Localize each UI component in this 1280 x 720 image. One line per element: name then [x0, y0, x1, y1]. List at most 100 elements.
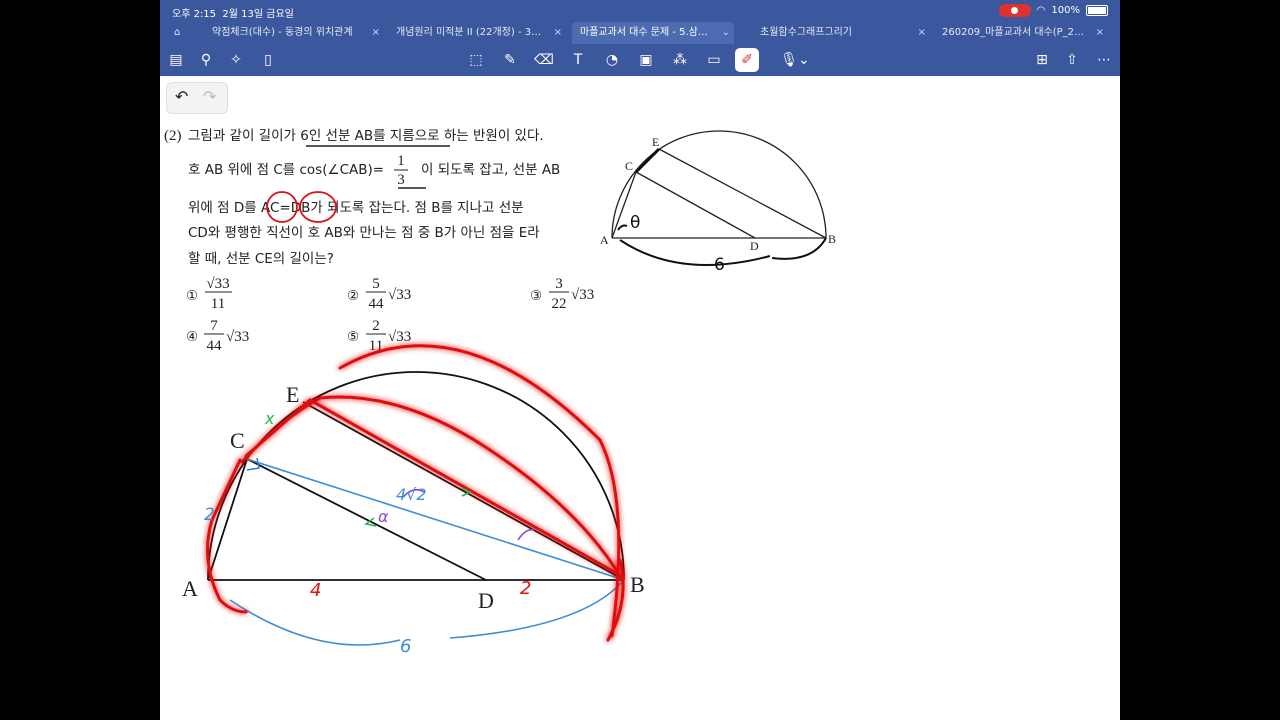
note-canvas[interactable]: (2) 그림과 같이 길이가 6인 선분 AB를 지름으로 하는 반원이 있다.… — [160, 76, 1120, 720]
status-time-date: 오후 2:15 2월 13일 금요일 — [172, 9, 294, 20]
wifi-icon: ◠ — [1036, 5, 1046, 16]
choice-4[interactable]: ④ 7 44 √33 — [186, 318, 249, 354]
tab-3-active[interactable]: 마플교과서 대수 문제 - 5.삼… ⌄ — [572, 22, 734, 44]
recording-icon[interactable] — [998, 4, 1031, 17]
document-icon[interactable]: ▯ — [258, 50, 278, 70]
note-ad-4: 4 — [310, 580, 321, 601]
choice-5[interactable]: ⑤ 2 11 √33 — [347, 318, 411, 354]
problem-line2a: 호 AB 위에 점 C를 cos(∠CAB)= — [188, 162, 384, 178]
image-icon[interactable]: ▣ — [636, 50, 656, 70]
note-db-2: 2 — [520, 578, 531, 599]
big-segment-eb — [302, 401, 625, 581]
blue-annotations — [229, 458, 625, 646]
frac-denominator: 3 — [397, 172, 405, 188]
problem-number: (2) — [164, 128, 182, 144]
lasso-icon[interactable]: ⬚ — [466, 50, 486, 70]
big-label-c: C — [230, 428, 245, 453]
elements-icon[interactable]: ⁂ — [670, 50, 690, 70]
add-page-icon[interactable]: ⊞ — [1032, 50, 1052, 70]
svg-text:③: ③ — [530, 288, 542, 304]
small-angle-mark — [617, 224, 628, 231]
more-icon[interactable]: ⋯ — [1094, 50, 1114, 70]
problem-line3b: 가 되도록 잡는다. 점 B를 지나고 선분 — [310, 200, 523, 216]
tab-2[interactable]: 개념원리 미적분 II (22개정) - 3… × — [388, 22, 566, 44]
small-label-b: B — [828, 232, 836, 246]
small-label-e: E — [652, 135, 659, 149]
svg-text:7: 7 — [210, 318, 218, 334]
tab-label: 초월함수그래프그리기 — [760, 27, 852, 38]
note-ab-6: 6 — [400, 636, 411, 657]
svg-text:⑤: ⑤ — [347, 329, 359, 345]
small-segment-eb — [658, 148, 827, 239]
small-label-theta: θ — [630, 213, 640, 233]
pen-icon[interactable]: ✎ — [500, 50, 520, 70]
status-right: ◠ 100% — [998, 4, 1108, 17]
sticker-icon[interactable]: ▭ — [704, 50, 724, 70]
choice-3[interactable]: ③ 3 22 √33 — [530, 276, 594, 312]
tab-label: 약점체크(대수) - 동경의 위치관계 — [212, 27, 353, 38]
textbox-icon[interactable]: T — [568, 50, 588, 70]
sidebar-icon[interactable]: ▤ — [166, 50, 186, 70]
ai-sparkle-icon[interactable]: ✧ — [226, 50, 246, 70]
problem-text: (2) 그림과 같이 길이가 6인 선분 AB를 지름으로 하는 반원이 있다.… — [164, 128, 560, 267]
small-semicircle-arc — [611, 130, 827, 239]
big-label-d: D — [478, 588, 494, 613]
problem-line3a: 위에 점 D를 — [188, 200, 261, 216]
svg-text:√33: √33 — [226, 329, 249, 345]
small-segment-cd — [635, 171, 756, 239]
tab-5[interactable]: 260209_마플교과서 대수(P_2… × — [934, 22, 1108, 44]
search-icon[interactable]: ⚲ — [196, 50, 216, 70]
problem-line1a: 그림과 같이 길이가 — [188, 128, 300, 144]
chevron-down-icon[interactable]: ⌄ — [722, 22, 730, 44]
svg-text:2: 2 — [372, 318, 380, 334]
problem-line4: CD와 평행한 직선이 호 AB와 만나는 점 중 B가 아닌 점을 E라 — [188, 225, 540, 241]
eraser-icon[interactable]: ⌫ — [534, 50, 554, 70]
problem-line1b: 6인 선분 AB를 지름 — [300, 128, 414, 144]
big-label-a: A — [182, 576, 198, 601]
small-label-a: A — [600, 233, 609, 247]
close-icon[interactable]: × — [372, 22, 380, 44]
small-segment-ce-bold — [634, 147, 661, 174]
frac-numerator: 1 — [397, 153, 405, 169]
screen: 오후 2:15 2월 13일 금요일 ◠ 100% ⌂ 약점체크(대수) - 동… — [160, 0, 1120, 720]
big-label-b: B — [630, 572, 645, 597]
toolbar: ▤ ⚲ ✧ ▯ ⬚ ✎ ⌫ T ◔ ▣ ⁂ ▭ ✐ 🎙︎⌄ ⊞ ⇧ ⋯ — [160, 44, 1120, 76]
microphone-icon[interactable]: 🎙︎⌄ — [780, 50, 810, 70]
svg-text:5: 5 — [372, 276, 380, 292]
note-alpha: α — [378, 507, 389, 526]
tab-bar: ⌂ 약점체크(대수) - 동경의 위치관계 × 개념원리 미적분 II (22개정… — [160, 22, 1120, 44]
svg-text:44: 44 — [207, 338, 223, 354]
close-icon[interactable]: × — [1096, 22, 1104, 44]
shapes-icon[interactable]: ◔ — [602, 50, 622, 70]
note-ac-2: 2 — [204, 505, 215, 525]
laser-pointer-icon[interactable]: ✐ — [735, 48, 759, 72]
small-figure-labels: E C A D B θ 6 — [600, 135, 836, 275]
choice-2[interactable]: ② 5 44 √33 — [347, 276, 411, 312]
note-ce-x: x — [264, 409, 275, 428]
choice-1[interactable]: ① √33 11 — [186, 276, 232, 312]
big-segment-cd — [246, 458, 487, 581]
eq-sign: = — [279, 200, 290, 216]
problem-line1c: 으로 하는 반원이 있다. — [415, 128, 544, 144]
purple-angle-mark-2 — [517, 528, 535, 541]
small-label-d: D — [750, 239, 759, 253]
small-label-c: C — [625, 159, 633, 173]
close-icon[interactable]: × — [918, 22, 926, 44]
tab-label: 개념원리 미적분 II (22개정) - 3… — [396, 27, 542, 38]
small-figure — [611, 130, 827, 266]
svg-text:11: 11 — [211, 296, 225, 312]
tab-4[interactable]: 초월함수그래프그리기 × — [752, 22, 930, 44]
svg-text:22: 22 — [552, 296, 567, 312]
tab-1[interactable]: 약점체크(대수) - 동경의 위치관계 × — [204, 22, 384, 44]
home-icon[interactable]: ⌂ — [174, 22, 194, 44]
note-cb-4root2: 4√2 — [396, 485, 427, 504]
share-icon[interactable]: ⇧ — [1062, 50, 1082, 70]
big-figure — [207, 371, 625, 581]
blue-segment-cb — [246, 458, 625, 581]
svg-text:④: ④ — [186, 329, 198, 345]
close-icon[interactable]: × — [554, 22, 562, 44]
problem-line2b: 이 되도록 잡고, 선분 AB — [421, 162, 560, 178]
small-label-six: 6 — [714, 255, 725, 275]
big-semicircle-arc — [207, 371, 625, 581]
svg-text:그림과 같이 길이가 6인 선분 AB를 지름으로 하는 반: 그림과 같이 길이가 6인 선분 AB를 지름으로 하는 반원이 있다. — [188, 128, 544, 144]
